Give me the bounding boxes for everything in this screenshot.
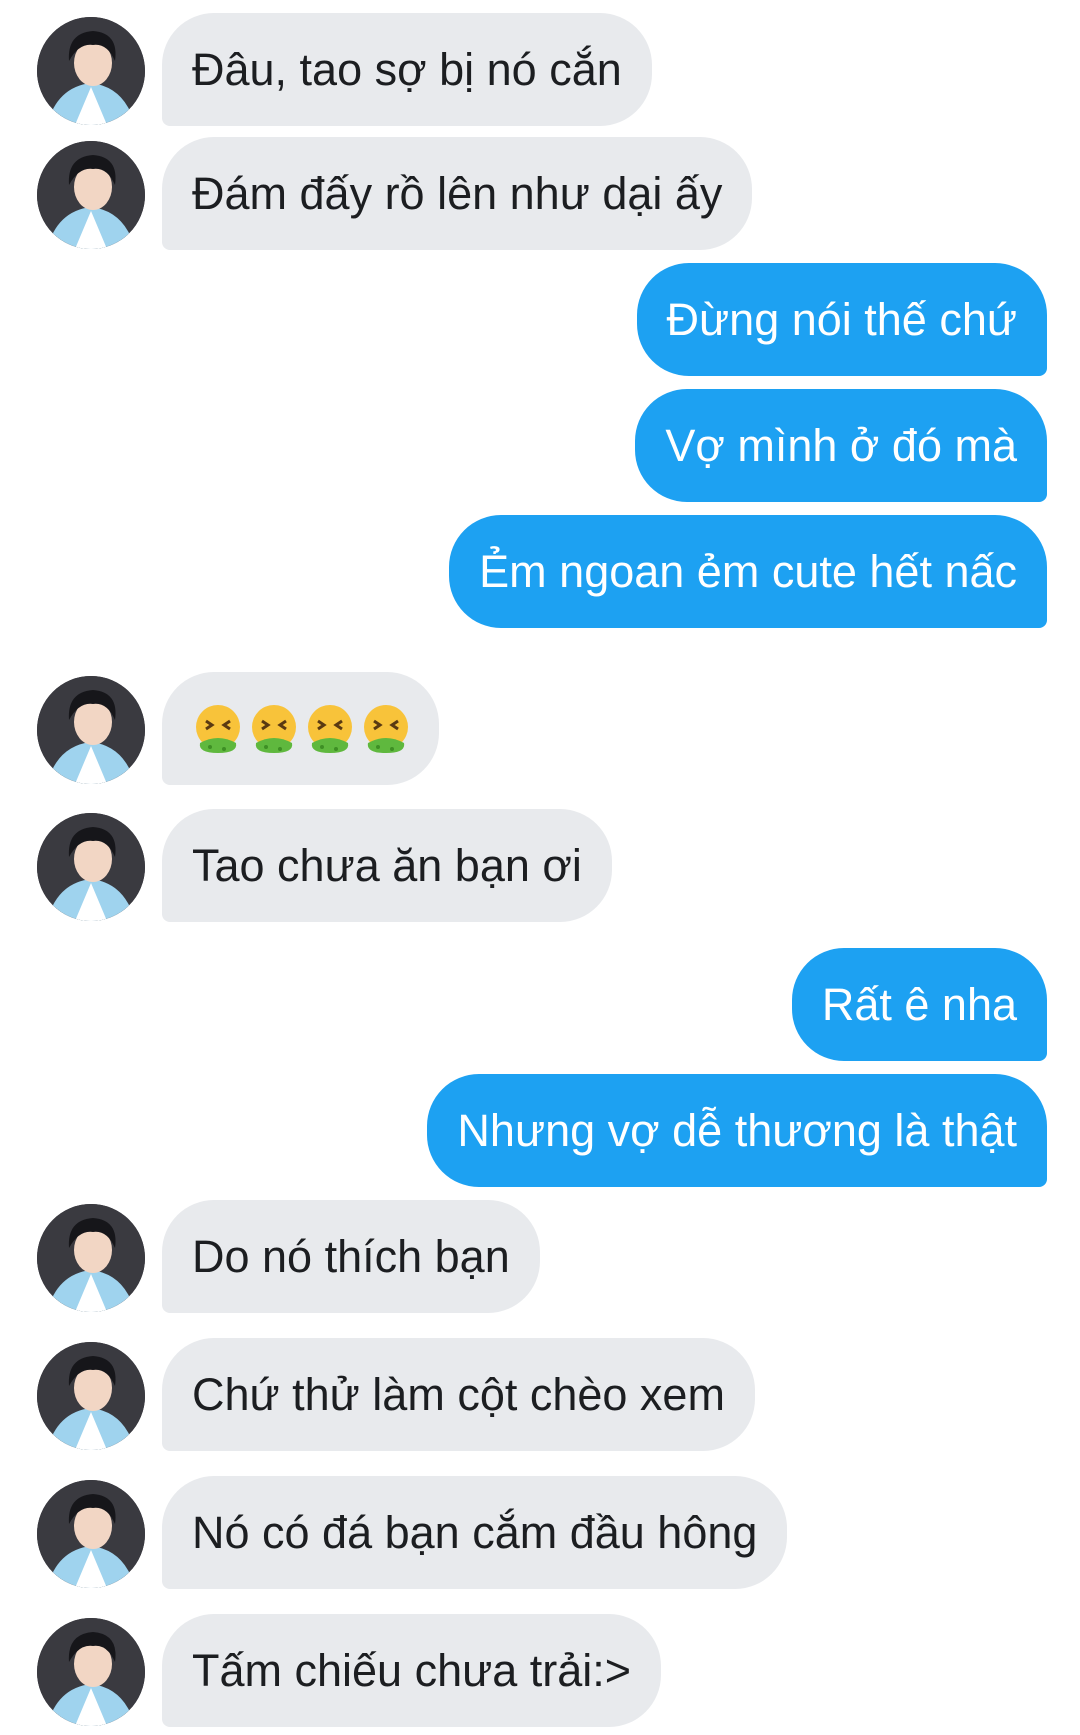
avatar[interactable] — [37, 141, 145, 249]
message-text: Vợ mình ở đó mà — [665, 420, 1017, 471]
message-bubble-outgoing[interactable]: Đừng nói thế chứ — [636, 263, 1047, 376]
message-text: Ẻm ngoan ẻm cute hết nấc — [479, 546, 1017, 597]
message-bubble-outgoing[interactable]: Ẻm ngoan ẻm cute hết nấc — [449, 515, 1047, 628]
avatar[interactable] — [37, 1618, 145, 1726]
message-text: Chứ thử làm cột chèo xem — [192, 1369, 725, 1420]
avatar[interactable] — [37, 1204, 145, 1312]
message-text: Do nó thích bạn — [192, 1231, 510, 1282]
avatar-photo — [37, 1480, 145, 1588]
avatar-photo — [37, 1618, 145, 1726]
message-text: Nhưng vợ dễ thương là thật — [457, 1105, 1017, 1156]
avatar-photo — [37, 813, 145, 921]
message-bubble-incoming[interactable]: Chứ thử làm cột chèo xem — [162, 1338, 755, 1451]
message-bubble-incoming[interactable] — [162, 672, 439, 785]
message-bubble-incoming[interactable]: Đám đấy rồ lên như dại ấy — [162, 137, 753, 250]
avatar-photo — [37, 141, 145, 249]
message-bubble-incoming[interactable]: Nó có đá bạn cắm đầu hông — [162, 1476, 788, 1589]
avatar[interactable] — [37, 1342, 145, 1450]
message-bubble-incoming[interactable]: Tấm chiếu chưa trải:> — [162, 1614, 662, 1727]
message-text: Rất ê nha — [821, 979, 1017, 1030]
avatar[interactable] — [37, 17, 145, 125]
avatar[interactable] — [37, 813, 145, 921]
message-text: Tao chưa ăn bạn ơi — [192, 840, 582, 891]
nauseated-face-icon — [364, 704, 408, 753]
message-bubble-outgoing[interactable]: Rất ê nha — [791, 948, 1047, 1061]
nauseated-face-icon — [196, 704, 240, 753]
emoji-group — [192, 703, 412, 755]
message-text: Đừng nói thế chứ — [666, 294, 1017, 345]
message-text: Đâu, tao sợ bị nó cắn — [192, 44, 622, 95]
message-bubble-outgoing[interactable]: Vợ mình ở đó mà — [635, 389, 1047, 502]
message-text: Đám đấy rồ lên như dại ấy — [192, 168, 723, 219]
message-bubble-incoming[interactable]: Đâu, tao sợ bị nó cắn — [162, 13, 652, 126]
message-bubble-outgoing[interactable]: Nhưng vợ dễ thương là thật — [427, 1074, 1047, 1187]
message-text: Tấm chiếu chưa trải:> — [192, 1645, 632, 1696]
chat-screen: { "conversation": { "messages": [ {"send… — [0, 0, 1080, 1735]
avatar-photo — [37, 17, 145, 125]
message-bubble-incoming[interactable]: Do nó thích bạn — [162, 1200, 540, 1313]
avatar[interactable] — [37, 676, 145, 784]
message-bubble-incoming[interactable]: Tao chưa ăn bạn ơi — [162, 809, 612, 922]
nauseated-face-icon — [308, 704, 352, 753]
avatar[interactable] — [37, 1480, 145, 1588]
nauseated-face-icon — [252, 704, 296, 753]
message-text: Nó có đá bạn cắm đầu hông — [192, 1507, 758, 1558]
avatar-photo — [37, 1342, 145, 1450]
avatar-photo — [37, 1204, 145, 1312]
avatar-photo — [37, 676, 145, 784]
